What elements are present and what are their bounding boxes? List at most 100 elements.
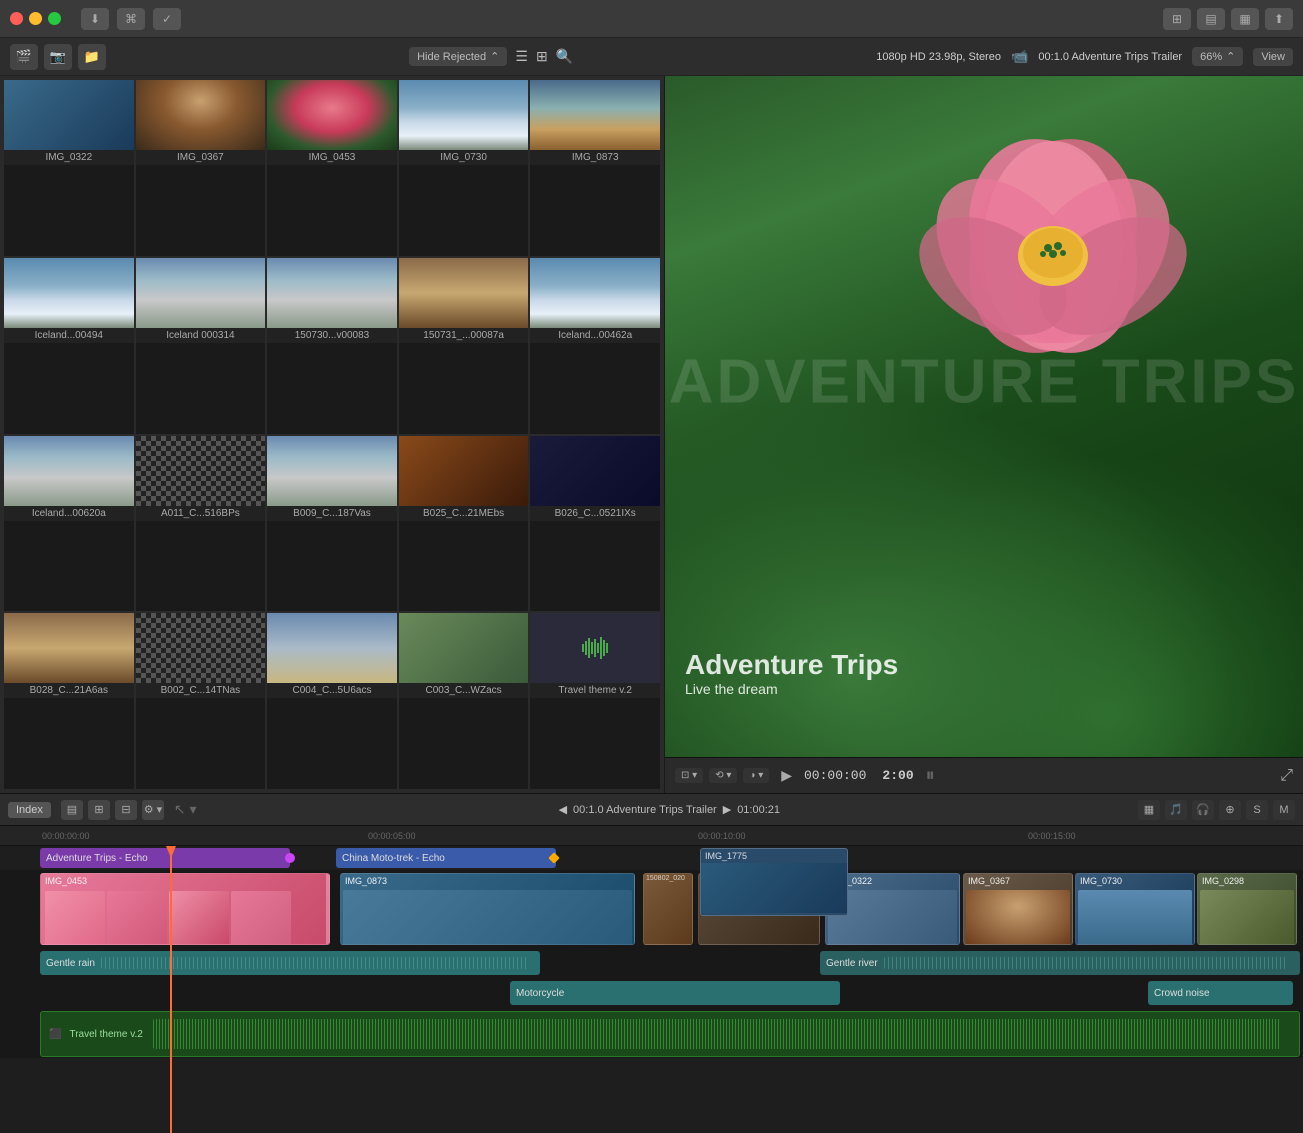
floating-clip[interactable]: IMG_1775 [700, 848, 848, 916]
cursor-tool[interactable]: ↖ ▾ [174, 801, 197, 818]
main-area: IMG_0322 IMG_0367 IMG_0453 IMG_0730 IMG_… [0, 76, 1303, 793]
list-item[interactable]: B002_C...14TNas [136, 613, 266, 789]
key-icon[interactable]: ⌘ [117, 8, 145, 30]
camera-icon: 📹 [1011, 48, 1028, 65]
tl-blend-icon[interactable]: ⊕ [1219, 800, 1241, 820]
zoom-control[interactable]: 66% ⌃ [1192, 47, 1243, 66]
clip-label: 150731_...00087a [399, 328, 529, 343]
tl-nav-left[interactable]: ◀ [559, 803, 567, 816]
list-item[interactable]: 150730...v00083 [267, 258, 397, 434]
preview-color-button[interactable]: ◑ ▾ [743, 768, 769, 783]
video-clip-img0873[interactable]: IMG_0873 [340, 873, 635, 945]
titlebar-left-icons: ⬇ ⌘ ✓ [81, 8, 181, 30]
project-icon[interactable]: 📁 [78, 44, 106, 70]
close-button[interactable] [10, 12, 23, 25]
timeline-content: 00:00:00:00 00:00:05:00 00:00:10:00 00:0… [0, 826, 1303, 1133]
clip-thumbnail [267, 258, 397, 328]
list-view-icon[interactable]: ☰ [515, 48, 528, 65]
video-clip-img0367[interactable]: IMG_0367 [963, 873, 1073, 945]
music-track: ⬛ Travel theme v.2 [0, 1008, 1303, 1058]
tl-clip-view[interactable]: ▦ [1138, 800, 1160, 820]
list-item[interactable]: B025_C...21MEbs [399, 436, 529, 612]
motorcycle-clip[interactable]: Motorcycle [510, 981, 840, 1005]
timeline-center: ◀ 00:1.0 Adventure Trips Trailer ▶ 01:00… [207, 803, 1132, 816]
waveform-gentle-rain [101, 957, 528, 969]
play-button[interactable]: ▶ [781, 767, 792, 784]
list-item[interactable]: Iceland...00462a [530, 258, 660, 434]
settings-icon[interactable]: ⚙ ▾ [142, 800, 164, 820]
list-item[interactable]: IMG_0322 [4, 80, 134, 256]
list-item[interactable]: Iceland...00494 [4, 258, 134, 434]
downloads-icon[interactable]: ⬇ [81, 8, 109, 30]
preview-transform-button[interactable]: ⟲ ▾ [709, 768, 737, 783]
group-view-icon[interactable]: ⊞ [536, 48, 548, 65]
video-clip-150802-020[interactable]: 150802_020 [643, 873, 693, 945]
gentle-rain-clip[interactable]: Gentle rain [40, 951, 540, 975]
clip-label: IMG_0298 [1198, 874, 1296, 888]
toolbar-left: 🎬 📷 📁 [10, 44, 106, 70]
gentle-river-clip[interactable]: Gentle river [820, 951, 1300, 975]
toolbar-center: Hide Rejected ⌃ ☰ ⊞ 🔍 [112, 47, 870, 66]
list-item[interactable]: C004_C...5U6acs [267, 613, 397, 789]
clip-label: B028_C...21A6as [4, 683, 134, 698]
browser-panel: IMG_0322 IMG_0367 IMG_0453 IMG_0730 IMG_… [0, 76, 665, 793]
filmstrip-view-icon[interactable]: ▤ [1197, 8, 1225, 30]
video-clip-img0453[interactable]: IMG_0453 [40, 873, 330, 945]
list-item[interactable]: B009_C...187Vas [267, 436, 397, 612]
list-item[interactable]: Travel theme v.2 [530, 613, 660, 789]
duration-display: 2:00 [882, 768, 913, 783]
list-item[interactable]: IMG_0367 [136, 80, 266, 256]
grid-view-icon[interactable]: ⊞ [1163, 8, 1191, 30]
list-item[interactable]: IMG_0453 [267, 80, 397, 256]
photos-icon[interactable]: 📷 [44, 44, 72, 70]
clip-thumbnail [136, 613, 266, 683]
fullscreen-button[interactable] [48, 12, 61, 25]
library-icon[interactable]: 🎬 [10, 44, 38, 70]
clip-handle-right[interactable] [326, 874, 329, 944]
clip-thumbnail [399, 80, 529, 150]
clip-thumbnail [136, 258, 266, 328]
list-item[interactable]: Iceland...00620a [4, 436, 134, 612]
view-button[interactable]: View [1253, 48, 1293, 66]
index-tab[interactable]: Index [8, 802, 51, 818]
tl-mute-icon[interactable]: M [1273, 800, 1295, 820]
zoom-in-icon[interactable]: ⊞ [88, 800, 110, 820]
ruler-mark-15: 00:00:15:00 [1028, 831, 1076, 841]
preview-crop-button[interactable]: ⊡ ▾ [675, 768, 703, 783]
export-icon[interactable]: ⬆ [1265, 8, 1293, 30]
clip-label: Iceland...00494 [4, 328, 134, 343]
clip-frames [41, 888, 329, 945]
checkmark-icon[interactable]: ✓ [153, 8, 181, 30]
video-clip-img0730[interactable]: IMG_0730 [1075, 873, 1195, 945]
tl-audio-icon[interactable]: 🎵 [1165, 800, 1187, 820]
list-item[interactable]: A011_C...516BPs [136, 436, 266, 612]
inspector-icon[interactable]: ▦ [1231, 8, 1259, 30]
list-item[interactable]: Iceland 000314 [136, 258, 266, 434]
echo-clip-adventure[interactable]: Adventure Trips - Echo [40, 848, 290, 868]
fullscreen-button[interactable]: ⤢ [1280, 767, 1293, 785]
clip-thumbnail [4, 258, 134, 328]
clip-label: IMG_0873 [341, 874, 634, 888]
preview-background-text: ADVENTURE TRIPS [669, 347, 1300, 418]
list-item[interactable]: C003_C...WZacs [399, 613, 529, 789]
zoom-out-icon[interactable]: ⊟ [115, 800, 137, 820]
list-item[interactable]: IMG_0730 [399, 80, 529, 256]
filmstrip-icon[interactable]: ▤ [61, 800, 83, 820]
list-item[interactable]: 150731_...00087a [399, 258, 529, 434]
travel-theme-clip[interactable]: ⬛ Travel theme v.2 [40, 1011, 1300, 1057]
tl-nav-right[interactable]: ▶ [723, 803, 731, 816]
minimize-button[interactable] [29, 12, 42, 25]
tl-headphone-icon[interactable]: 🎧 [1192, 800, 1214, 820]
video-clip-img0298[interactable]: IMG_0298 [1197, 873, 1297, 945]
crowd-noise-clip[interactable]: Crowd noise [1148, 981, 1293, 1005]
lotus-flower-image [863, 86, 1243, 366]
hide-rejected-button[interactable]: Hide Rejected ⌃ [409, 47, 507, 66]
search-icon[interactable]: 🔍 [556, 48, 573, 65]
preview-view-controls: ⊡ ▾ ⟲ ▾ ◑ ▾ [675, 768, 769, 783]
list-item[interactable]: B028_C...21A6as [4, 613, 134, 789]
echo-clip-china[interactable]: China Moto-trek - Echo [336, 848, 556, 868]
list-item[interactable]: B026_C...0521IXs [530, 436, 660, 612]
clip-label: Iceland...00462a [530, 328, 660, 343]
tl-solo-icon[interactable]: S [1246, 800, 1268, 820]
list-item[interactable]: IMG_0873 [530, 80, 660, 256]
